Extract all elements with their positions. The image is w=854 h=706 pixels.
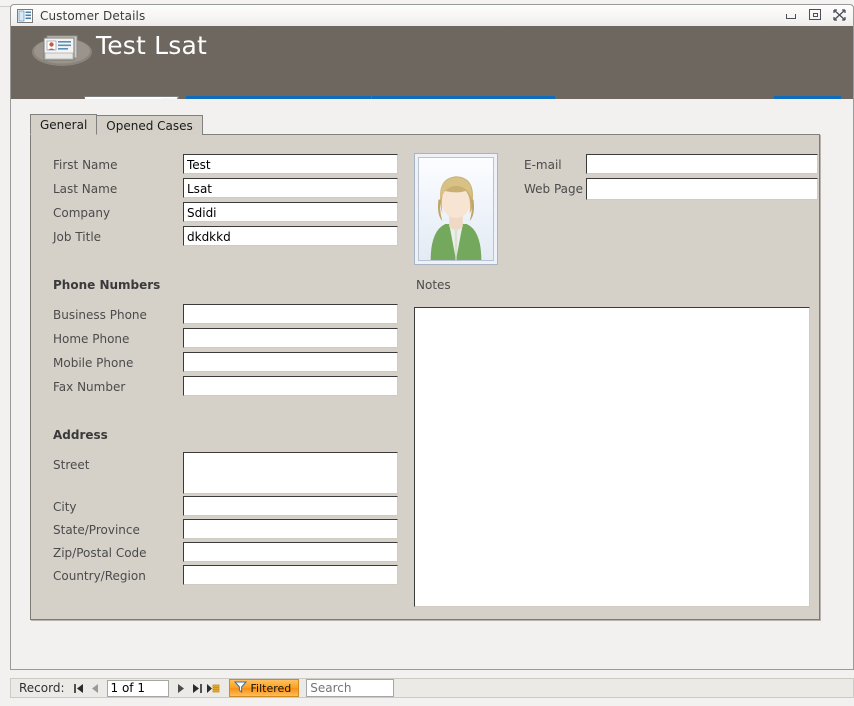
business-phone-input[interactable] [183, 304, 398, 324]
business-phone-label: Business Phone [53, 308, 147, 322]
tab-page-general: First Name Last Name Company Job Title P… [30, 134, 820, 620]
state-province-label: State/Province [53, 523, 140, 537]
title-bar: Customer Details [10, 4, 854, 26]
form-view-icon [17, 9, 33, 23]
last-name-input[interactable] [183, 178, 398, 198]
window-controls [784, 8, 847, 22]
notes-input[interactable] [414, 307, 810, 607]
first-name-label: First Name [53, 158, 117, 172]
zip-postal-code-input[interactable] [183, 542, 398, 562]
web-page-input[interactable] [586, 178, 818, 200]
record-position-input[interactable] [107, 680, 169, 697]
record-title: Test Lsat [96, 31, 207, 60]
city-label: City [53, 500, 77, 514]
company-label: Company [53, 206, 110, 220]
home-phone-input[interactable] [183, 328, 398, 348]
funnel-icon [234, 681, 247, 696]
filtered-label: Filtered [251, 682, 292, 695]
tab-strip: General Opened Cases [30, 115, 202, 135]
record-label: Record: [19, 681, 65, 695]
restore-icon[interactable] [808, 8, 823, 22]
filtered-toggle-button[interactable]: Filtered [229, 679, 300, 697]
tab-general[interactable]: General [30, 114, 97, 135]
previous-record-icon[interactable] [87, 680, 103, 696]
country-region-label: Country/Region [53, 569, 146, 583]
email-label: E-mail [524, 158, 562, 172]
street-input[interactable] [183, 452, 398, 494]
first-record-icon[interactable] [71, 680, 87, 696]
fax-number-label: Fax Number [53, 380, 125, 394]
last-record-icon[interactable] [189, 680, 205, 696]
customer-details-window: Customer Details [0, 0, 854, 706]
country-region-input[interactable] [183, 565, 398, 585]
job-title-input[interactable] [183, 226, 398, 246]
record-navigation-bar: Record: Filtered [10, 678, 854, 698]
address-heading: Address [53, 428, 108, 442]
person-placeholder-photo [418, 157, 494, 261]
search-input[interactable] [306, 679, 394, 697]
zip-postal-code-label: Zip/Postal Code [53, 546, 147, 560]
close-icon[interactable] [832, 8, 847, 22]
web-page-label: Web Page [524, 182, 583, 196]
last-name-label: Last Name [53, 182, 117, 196]
city-input[interactable] [183, 496, 398, 516]
next-record-icon[interactable] [173, 680, 189, 696]
fax-number-input[interactable] [183, 376, 398, 396]
home-phone-label: Home Phone [53, 332, 129, 346]
tab-opened-cases[interactable]: Opened Cases [96, 115, 202, 135]
window-title: Customer Details [40, 9, 145, 23]
phone-numbers-heading: Phone Numbers [53, 278, 160, 292]
job-title-label: Job Title [53, 230, 101, 244]
new-record-icon[interactable] [205, 680, 221, 696]
email-input[interactable] [586, 154, 818, 174]
notes-label: Notes [416, 278, 451, 292]
form-body: General Opened Cases First Name Last Nam… [10, 99, 854, 670]
attachment-photo-frame[interactable] [414, 153, 498, 265]
mobile-phone-input[interactable] [183, 352, 398, 372]
state-province-input[interactable] [183, 519, 398, 539]
first-name-input[interactable] [183, 154, 398, 174]
left-details-panel: First Name Last Name Company Job Title P… [31, 135, 403, 619]
contact-card-icon [31, 30, 93, 70]
company-input[interactable] [183, 202, 398, 222]
minimize-icon[interactable] [784, 8, 799, 22]
form-header: Test Lsat Go to Save and New [10, 26, 854, 99]
street-label: Street [53, 458, 89, 472]
mobile-phone-label: Mobile Phone [53, 356, 133, 370]
